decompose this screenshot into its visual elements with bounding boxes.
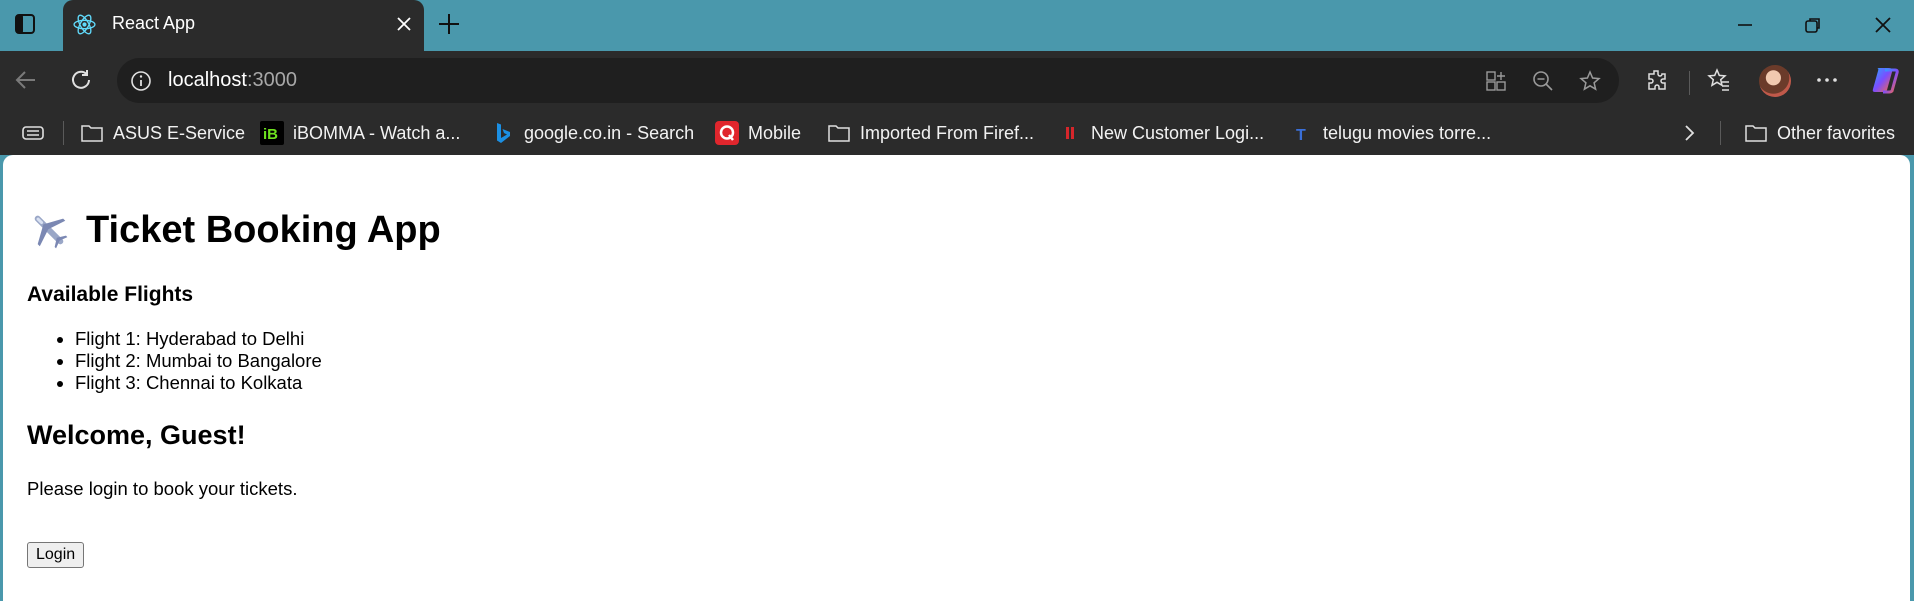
- restore-icon[interactable]: [1803, 15, 1823, 35]
- tab-strip: React App: [0, 0, 1914, 51]
- login-button[interactable]: Login: [27, 542, 85, 568]
- bookmark-telugu-movies[interactable]: T telugu movies torre...: [1290, 121, 1491, 145]
- info-icon[interactable]: [130, 70, 152, 92]
- extensions-icon[interactable]: [1645, 68, 1669, 92]
- folder-icon: [81, 125, 103, 142]
- favorites-icon[interactable]: [1707, 68, 1731, 92]
- page-viewport: Ticket Booking App Available Flights Fli…: [3, 155, 1910, 601]
- more-options-icon[interactable]: [1815, 68, 1839, 92]
- copilot-icon[interactable]: [1869, 64, 1901, 96]
- tab-title: React App: [112, 13, 196, 33]
- toolbar-divider: [1689, 71, 1690, 95]
- other-favorites[interactable]: Other favorites: [1744, 121, 1895, 145]
- flight-list: Flight 1: Hyderabad to Delhi Flight 2: M…: [27, 328, 322, 394]
- url-host: localhost: [168, 69, 247, 91]
- t-icon: T: [1296, 127, 1306, 144]
- collections-icon[interactable]: [21, 122, 45, 144]
- chevron-right-icon[interactable]: [1678, 122, 1700, 144]
- list-item: Flight 1: Hyderabad to Delhi: [75, 328, 322, 350]
- bookmark-mobile[interactable]: Mobile: [715, 121, 801, 145]
- flights-heading: Available Flights: [27, 283, 194, 306]
- q-icon: [715, 121, 739, 145]
- airplane-icon: [34, 215, 68, 249]
- zoom-out-icon[interactable]: [1532, 70, 1554, 92]
- page-title-text: Ticket Booking App: [86, 208, 441, 251]
- svg-text:T: T: [1296, 127, 1306, 144]
- folder-icon: [828, 125, 850, 142]
- ibomma-icon: iB: [260, 121, 284, 145]
- list-item: Flight 2: Mumbai to Bangalore: [75, 350, 322, 372]
- profile-avatar[interactable]: [1759, 65, 1791, 97]
- favorite-star-icon[interactable]: [1579, 70, 1601, 92]
- refresh-icon[interactable]: [68, 67, 94, 93]
- minimize-icon[interactable]: [1735, 15, 1755, 35]
- close-icon[interactable]: [396, 16, 412, 32]
- page-title: Ticket Booking App: [27, 208, 441, 252]
- svg-text:iB: iB: [263, 126, 278, 143]
- back-icon[interactable]: [13, 67, 39, 93]
- bookmark-imported-firefox[interactable]: Imported From Firef...: [827, 121, 1034, 145]
- bookmark-label: telugu movies torre...: [1323, 122, 1492, 143]
- app-available-icon[interactable]: [1485, 70, 1507, 92]
- react-icon: [73, 14, 96, 35]
- bookmark-label: New Customer Logi...: [1091, 122, 1265, 143]
- bookmark-asus-e-service[interactable]: ASUS E-Service: [80, 121, 245, 145]
- bing-icon: [497, 123, 510, 143]
- browser-toolbar: localhost:3000: [0, 51, 1914, 110]
- url-text[interactable]: localhost:3000: [168, 69, 297, 92]
- active-tab[interactable]: React App: [63, 0, 424, 51]
- new-tab-icon[interactable]: [437, 12, 461, 36]
- address-bar[interactable]: localhost:3000: [117, 58, 1619, 103]
- bookmark-google-search[interactable]: google.co.in - Search: [491, 121, 694, 145]
- sidebar-toggle-icon[interactable]: [14, 13, 36, 35]
- close-window-icon[interactable]: [1873, 15, 1893, 35]
- bookmarks-divider: [63, 121, 64, 145]
- list-item: Flight 3: Chennai to Kolkata: [75, 372, 322, 394]
- bookmark-new-customer-login[interactable]: New Customer Logi...: [1058, 121, 1264, 145]
- folder-icon: [1745, 125, 1767, 142]
- bookmark-label: Mobile: [748, 122, 802, 143]
- bookmark-ibomma[interactable]: iB iBOMMA - Watch a...: [260, 121, 460, 145]
- bookmark-label: google.co.in - Search: [524, 122, 695, 143]
- bookmarks-bar: ASUS E-Service iB iBOMMA - Watch a... go…: [0, 110, 1914, 155]
- ii-icon: [1066, 127, 1074, 139]
- bookmark-label: iBOMMA - Watch a...: [293, 122, 461, 143]
- bookmark-label: ASUS E-Service: [113, 122, 246, 143]
- other-favorites-label: Other favorites: [1777, 122, 1896, 143]
- welcome-heading: Welcome, Guest!: [27, 420, 246, 450]
- login-message: Please login to book your tickets.: [27, 478, 298, 499]
- bookmarks-divider: [1720, 121, 1721, 145]
- url-port: :3000: [246, 69, 297, 91]
- bookmark-label: Imported From Firef...: [860, 122, 1035, 143]
